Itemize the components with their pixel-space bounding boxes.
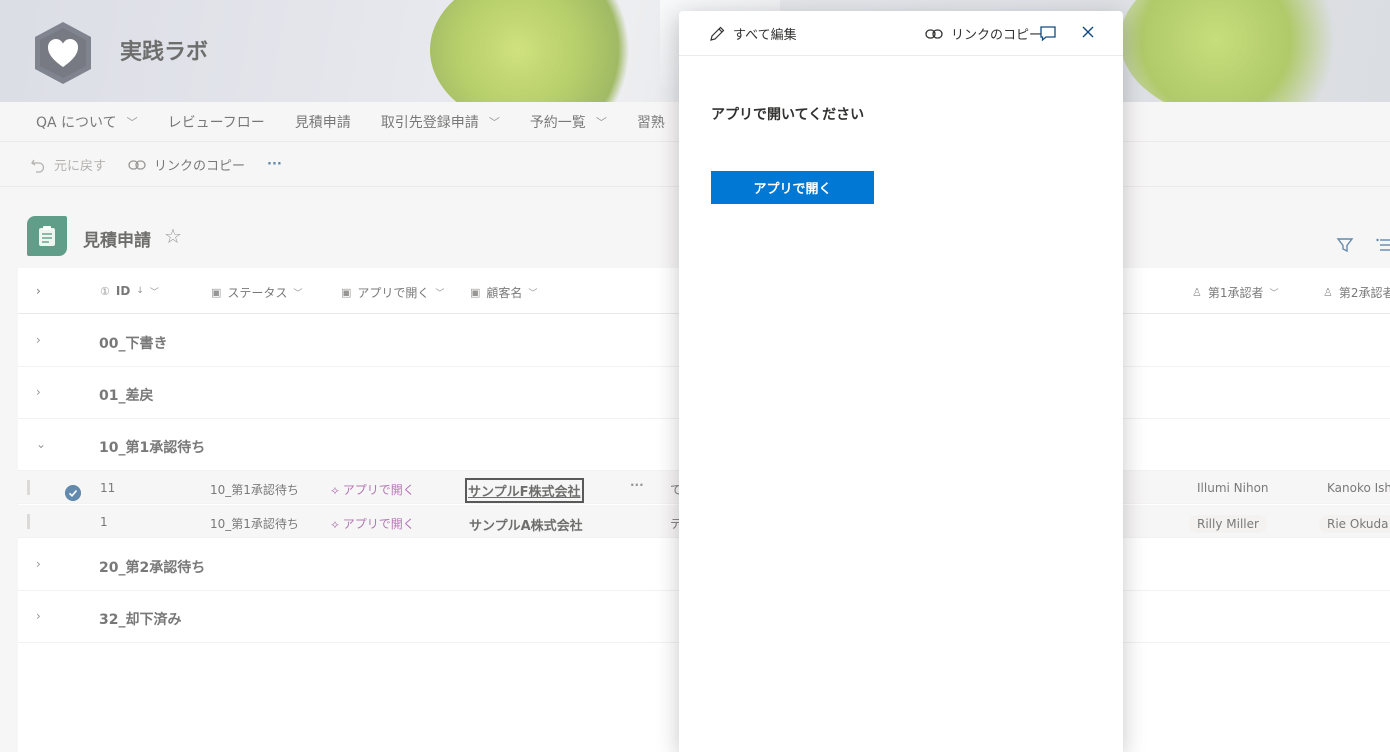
close-icon[interactable] [1081, 25, 1095, 39]
panel-copy-link-button[interactable]: リンクのコピー [925, 24, 1042, 43]
item-detail-panel: すべて編集 リンクのコピー アプリで開いてください アプリで開く [679, 11, 1123, 752]
panel-header: すべて編集 リンクのコピー [679, 11, 1123, 56]
open-in-app-button[interactable]: アプリで開く [711, 171, 874, 204]
comment-icon[interactable] [1039, 24, 1057, 42]
panel-message: アプリで開いてください [711, 107, 865, 123]
link-icon [925, 28, 943, 39]
edit-all-button[interactable]: すべて編集 [709, 24, 797, 43]
pencil-icon [710, 26, 725, 41]
